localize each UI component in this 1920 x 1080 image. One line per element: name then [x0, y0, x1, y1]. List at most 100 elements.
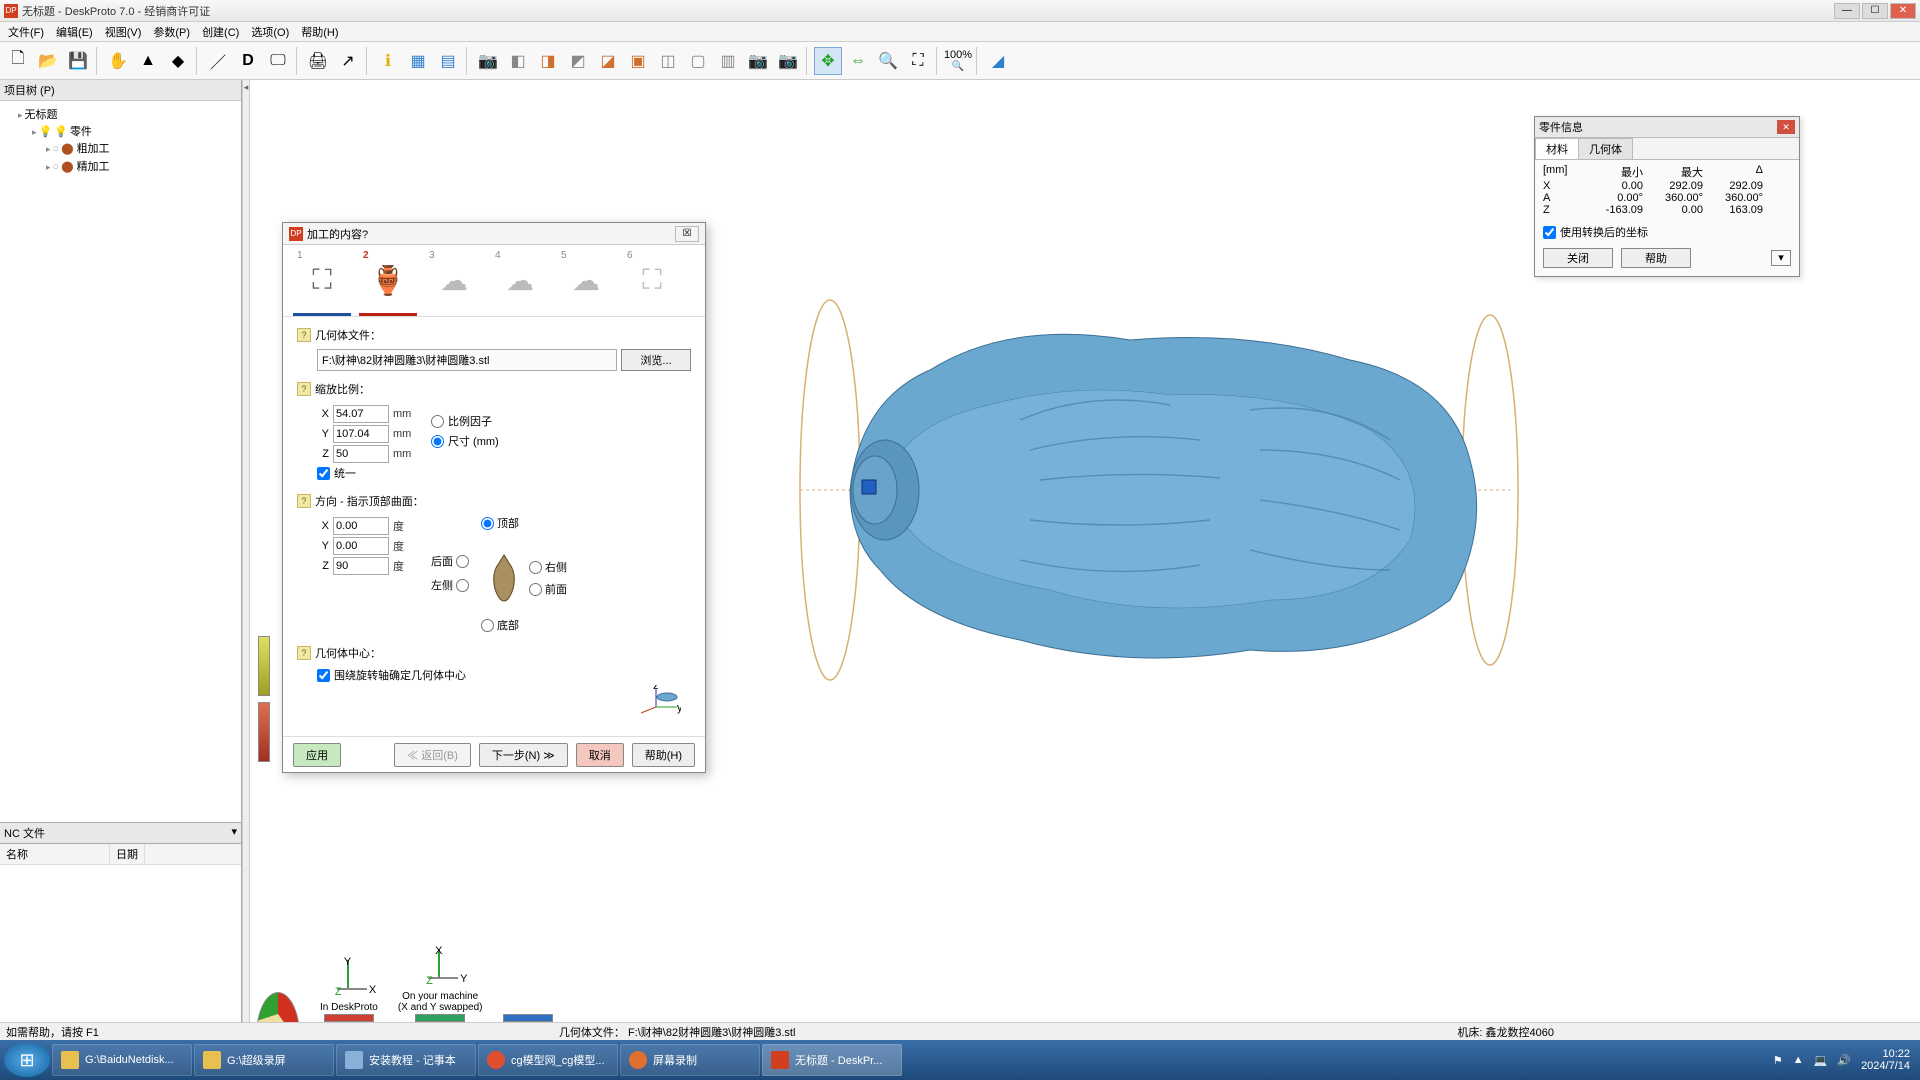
step-1[interactable]: 1⛶ [293, 250, 351, 312]
tray-clock[interactable]: 10:22 2024/7/14 [1861, 1048, 1910, 1072]
taskbar-item-active[interactable]: 无标题 - DeskPr... [762, 1044, 902, 1076]
tab-material[interactable]: 材料 [1535, 138, 1579, 159]
face-right-radio[interactable] [529, 561, 542, 574]
menu-edit[interactable]: 编辑(E) [50, 22, 99, 42]
taskbar-item[interactable]: cg模型网_cg模型... [478, 1044, 618, 1076]
tool2-icon[interactable]: ◆ [164, 47, 192, 75]
tree-root[interactable]: 无标题 💡💡零件 ○⬤ 粗加工 ○⬤ 精加工 [4, 105, 237, 177]
menu-file[interactable]: 文件(F) [2, 22, 50, 42]
letter-d-icon[interactable]: D [234, 47, 262, 75]
zoom-100-icon[interactable]: 100%🔍 [944, 47, 972, 75]
project-tree[interactable]: 无标题 💡💡零件 ○⬤ 粗加工 ○⬤ 精加工 [0, 101, 241, 822]
menu-view[interactable]: 视图(V) [99, 22, 148, 42]
apply-button[interactable]: 应用 [293, 743, 341, 767]
help-button[interactable]: 帮助(H) [632, 743, 695, 767]
tool1-icon[interactable]: ▲ [134, 47, 162, 75]
partinfo-help-button[interactable]: 帮助 [1621, 248, 1691, 268]
face-left-radio[interactable] [456, 579, 469, 592]
menu-help[interactable]: 帮助(H) [295, 22, 344, 42]
ratio-factor-radio[interactable] [431, 415, 444, 428]
partinfo-close-icon[interactable]: ✕ [1777, 120, 1795, 134]
center-checkbox[interactable] [317, 669, 330, 682]
next-button[interactable]: 下一步(N) ≫ [479, 743, 568, 767]
menu-params[interactable]: 参数(P) [147, 22, 196, 42]
face-back-radio[interactable] [456, 555, 469, 568]
tab-geometry[interactable]: 几何体 [1578, 138, 1633, 159]
taskbar-item[interactable]: 屏幕录制 [620, 1044, 760, 1076]
maximize-button[interactable]: ☐ [1862, 3, 1888, 19]
browse-button[interactable]: 浏览... [621, 349, 691, 371]
face-top-radio[interactable] [481, 517, 494, 530]
use-transformed-checkbox[interactable] [1543, 226, 1556, 239]
zoom-fit-icon[interactable]: ⛶ [904, 47, 932, 75]
move-icon[interactable]: ✥ [814, 47, 842, 75]
geofile-input[interactable] [317, 349, 617, 371]
camera-icon[interactable]: 📷 [474, 47, 502, 75]
tray-up-icon[interactable]: ▲ [1793, 1054, 1804, 1066]
box8-icon[interactable]: ▥ [714, 47, 742, 75]
box1-icon[interactable]: ◧ [504, 47, 532, 75]
help-icon[interactable]: ? [297, 382, 311, 396]
camera3-icon[interactable]: 📷 [774, 47, 802, 75]
tray-flag-icon[interactable]: ⚑ [1773, 1054, 1783, 1067]
close-button[interactable]: ✕ [1890, 3, 1916, 19]
hand-icon[interactable]: ✋ [104, 47, 132, 75]
monitor-icon[interactable]: 🖵 [264, 47, 292, 75]
tree-finish[interactable]: ○⬤ 精加工 [32, 157, 237, 175]
step-2[interactable]: 2🏺 [359, 250, 417, 312]
eraser-icon[interactable]: ◢ [984, 47, 1012, 75]
cancel-button[interactable]: 取消 [576, 743, 624, 767]
menu-options[interactable]: 选项(O) [245, 22, 295, 42]
help-icon[interactable]: ? [297, 328, 311, 342]
camera2-icon[interactable]: 📷 [744, 47, 772, 75]
scale-x-input[interactable] [333, 405, 389, 423]
wizard-titlebar[interactable]: DP 加工的内容? ☒ [283, 223, 705, 245]
minimize-button[interactable]: — [1834, 3, 1860, 19]
open-icon[interactable]: 📂 [34, 47, 62, 75]
face-front-radio[interactable] [529, 583, 542, 596]
tree-part[interactable]: 💡💡零件 ○⬤ 粗加工 ○⬤ 精加工 [18, 122, 237, 176]
tree-rough[interactable]: ○⬤ 粗加工 [32, 139, 237, 157]
orient-z-input[interactable] [333, 557, 389, 575]
help-icon[interactable]: ? [297, 646, 311, 660]
pan-icon[interactable]: ⇔ [844, 47, 872, 75]
uniform-checkbox[interactable] [317, 467, 330, 480]
partinfo-dropdown-icon[interactable]: ▾ [1771, 250, 1791, 266]
step-6[interactable]: 6⛶ [623, 250, 681, 312]
grid2-icon[interactable]: ▤ [434, 47, 462, 75]
new-icon[interactable]: 🗋 [4, 47, 32, 75]
save-icon[interactable]: 💾 [64, 47, 92, 75]
tray-net-icon[interactable]: 💻 [1814, 1054, 1828, 1067]
step-4[interactable]: 4☁ [491, 250, 549, 312]
partinfo-close-button[interactable]: 关闭 [1543, 248, 1613, 268]
splitter[interactable]: ◂ [242, 80, 250, 1042]
path-icon[interactable]: ／ [204, 47, 232, 75]
print-icon[interactable]: 🖨 [304, 47, 332, 75]
step-3[interactable]: 3☁ [425, 250, 483, 312]
tray-vol-icon[interactable]: 🔊 [1837, 1054, 1851, 1067]
scale-y-input[interactable] [333, 425, 389, 443]
orient-x-input[interactable] [333, 517, 389, 535]
wizard-dialog[interactable]: DP 加工的内容? ☒ 1⛶ 2🏺 3☁ 4☁ 5☁ 6⛶ ?几何体文件： 浏览… [282, 222, 706, 773]
taskbar-item[interactable]: G:\超级录屏 [194, 1044, 334, 1076]
zoom-window-icon[interactable]: 🔍 [874, 47, 902, 75]
taskbar-item[interactable]: 安装教程 - 记事本 [336, 1044, 476, 1076]
nc-col-date[interactable]: 日期 [110, 844, 145, 864]
info-icon[interactable]: ℹ [374, 47, 402, 75]
taskbar-item[interactable]: G:\BaiduNetdisk... [52, 1044, 192, 1076]
export-icon[interactable]: ↗ [334, 47, 362, 75]
box3-icon[interactable]: ◩ [564, 47, 592, 75]
box5-icon[interactable]: ▣ [624, 47, 652, 75]
scale-z-input[interactable] [333, 445, 389, 463]
face-bottom-radio[interactable] [481, 619, 494, 632]
nc-col-name[interactable]: 名称 [0, 844, 110, 864]
nc-dropdown-icon[interactable]: ▾ [231, 825, 237, 841]
orient-y-input[interactable] [333, 537, 389, 555]
box2-icon[interactable]: ◨ [534, 47, 562, 75]
box7-icon[interactable]: ▢ [684, 47, 712, 75]
start-button[interactable]: ⊞ [4, 1043, 50, 1077]
step-5[interactable]: 5☁ [557, 250, 615, 312]
help-icon[interactable]: ? [297, 494, 311, 508]
dimension-radio[interactable] [431, 435, 444, 448]
grid-icon[interactable]: ▦ [404, 47, 432, 75]
